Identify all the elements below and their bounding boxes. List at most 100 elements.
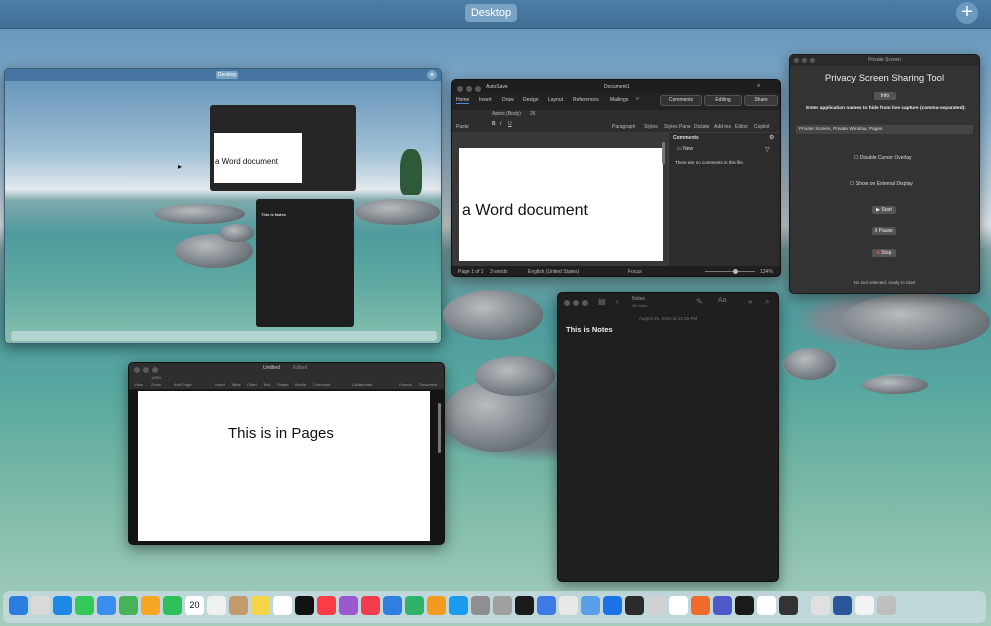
- terminal-icon[interactable]: [515, 596, 534, 615]
- apps-input[interactable]: Private Screen, Private Window, Pages: [796, 125, 973, 134]
- finder-icon[interactable]: [9, 596, 28, 615]
- mail-icon[interactable]: [97, 596, 116, 615]
- format-button[interactable]: Format: [399, 382, 412, 387]
- preview-icon[interactable]: [537, 596, 556, 615]
- search-icon[interactable]: ⌕: [757, 83, 760, 90]
- new-note-icon[interactable]: ✎: [696, 297, 703, 306]
- word-window[interactable]: AutoSave Document1 ⌕ Home Insert Draw De…: [451, 79, 781, 277]
- chatgpt-icon[interactable]: [757, 596, 776, 615]
- status-language[interactable]: English (United States): [528, 269, 579, 275]
- external-display-checkbox[interactable]: ☐ Show on External Display: [850, 181, 913, 187]
- minimize-icon[interactable]: [143, 367, 149, 373]
- zoom-level[interactable]: 134%: [760, 269, 773, 275]
- calendar-icon[interactable]: 20: [185, 596, 204, 615]
- autosave-toggle[interactable]: AutoSave: [486, 84, 508, 90]
- word-scrollbar[interactable]: [662, 142, 665, 164]
- zoom-icon[interactable]: [582, 300, 588, 306]
- paste-button[interactable]: Paste: [456, 124, 469, 130]
- facetime-icon[interactable]: [163, 596, 182, 615]
- finder2-icon[interactable]: [581, 596, 600, 615]
- media-button[interactable]: Media: [295, 382, 306, 387]
- word-icon[interactable]: [833, 596, 852, 615]
- font-book-icon[interactable]: [493, 596, 512, 615]
- share-button[interactable]: Share: [744, 95, 778, 106]
- contacts-icon[interactable]: [229, 596, 248, 615]
- word-document-text[interactable]: a Word document: [462, 202, 588, 220]
- new-comment-button[interactable]: ▭ New: [677, 146, 693, 152]
- view-button[interactable]: View: [134, 382, 143, 387]
- status-words[interactable]: 3 words: [490, 269, 508, 275]
- add-page-button[interactable]: Add Page: [174, 382, 192, 387]
- disable-cursor-checkbox[interactable]: ☐ Disable Cursor Overlay: [854, 155, 912, 161]
- close-icon[interactable]: [134, 367, 140, 373]
- collaborate-button[interactable]: Collaborate: [352, 382, 372, 387]
- pause-button[interactable]: ‖ Pause: [872, 227, 896, 235]
- search-icon[interactable]: ⌕: [765, 297, 769, 307]
- zoom-value[interactable]: 125%: [151, 375, 161, 380]
- table-button[interactable]: Table: [231, 382, 241, 387]
- comment-button[interactable]: Comment: [313, 382, 330, 387]
- styles-button[interactable]: Styles: [644, 124, 658, 130]
- bold-button[interactable]: B: [492, 121, 496, 127]
- podcasts-icon[interactable]: [339, 596, 358, 615]
- font-name-field[interactable]: Aptos (Body): [492, 111, 521, 117]
- xcode-icon[interactable]: [603, 596, 622, 615]
- minimize-icon[interactable]: [802, 58, 807, 63]
- underline-button[interactable]: U: [508, 121, 512, 127]
- gear-icon[interactable]: ⚙: [769, 134, 774, 141]
- teams-icon[interactable]: [713, 596, 732, 615]
- start-button[interactable]: ▶ Start: [872, 206, 896, 214]
- keynote-icon[interactable]: [383, 596, 402, 615]
- minimize-icon[interactable]: [466, 86, 472, 92]
- desktop-space-label[interactable]: Desktop: [465, 4, 517, 22]
- music-icon[interactable]: [317, 596, 336, 615]
- pages-page[interactable]: [138, 391, 430, 541]
- zoom-icon[interactable]: [475, 86, 481, 92]
- copilot-button[interactable]: Copilot: [754, 124, 770, 130]
- editing-button[interactable]: Editing: [704, 95, 742, 106]
- shell-icon[interactable]: [625, 596, 644, 615]
- tab-design[interactable]: Design: [523, 97, 539, 103]
- lock-icon[interactable]: [779, 596, 798, 615]
- back-icon[interactable]: ‹: [616, 297, 619, 306]
- add-space-button[interactable]: +: [956, 2, 978, 24]
- pages-scrollbar[interactable]: [438, 403, 441, 453]
- status-page[interactable]: Page 1 of 1: [458, 269, 484, 275]
- zoom-icon[interactable]: [810, 58, 815, 63]
- stop-button[interactable]: ■ Stop: [872, 249, 896, 257]
- close-icon[interactable]: [794, 58, 799, 63]
- tab-draw[interactable]: Draw: [502, 97, 514, 103]
- comments-button[interactable]: Comments: [660, 95, 702, 106]
- pen-icon[interactable]: [811, 596, 830, 615]
- app-store-icon[interactable]: [449, 596, 468, 615]
- pages-icon[interactable]: [427, 596, 446, 615]
- trash-icon[interactable]: [877, 596, 896, 615]
- reminders-icon[interactable]: [207, 596, 226, 615]
- shape-button[interactable]: Shape: [277, 382, 289, 387]
- document-icon[interactable]: [855, 596, 874, 615]
- editor-button[interactable]: Editor: [735, 124, 748, 130]
- zoom-icon[interactable]: [152, 367, 158, 373]
- chart-button[interactable]: Chart: [247, 382, 257, 387]
- photos-icon[interactable]: [141, 596, 160, 615]
- desktop-space-thumbnail[interactable]: Desktop + a Word document This is Notes: [4, 68, 442, 344]
- text-button[interactable]: Text: [263, 382, 270, 387]
- messages-icon[interactable]: [75, 596, 94, 615]
- paragraph-group[interactable]: Paragraph: [612, 124, 635, 130]
- info-button[interactable]: Info: [874, 92, 896, 100]
- tab-insert[interactable]: Insert: [479, 97, 492, 103]
- maps-icon[interactable]: [119, 596, 138, 615]
- chrome-icon[interactable]: [559, 596, 578, 615]
- filter-icon[interactable]: ▽: [765, 146, 770, 153]
- compass-icon[interactable]: [669, 596, 688, 615]
- launchpad-icon[interactable]: [31, 596, 50, 615]
- insert-button[interactable]: Insert: [215, 382, 225, 387]
- pages-body-text[interactable]: This is in Pages: [228, 425, 334, 442]
- tab-home[interactable]: Home: [456, 97, 470, 104]
- zoom-button[interactable]: Zoom: [151, 382, 161, 387]
- add-ins-button[interactable]: Add-ins: [714, 124, 731, 130]
- tab-mailings[interactable]: Mailings: [610, 97, 628, 103]
- dictate-button[interactable]: Dictate: [694, 124, 710, 130]
- tab-references[interactable]: References: [573, 97, 599, 103]
- zoom-slider-thumb[interactable]: [733, 269, 738, 274]
